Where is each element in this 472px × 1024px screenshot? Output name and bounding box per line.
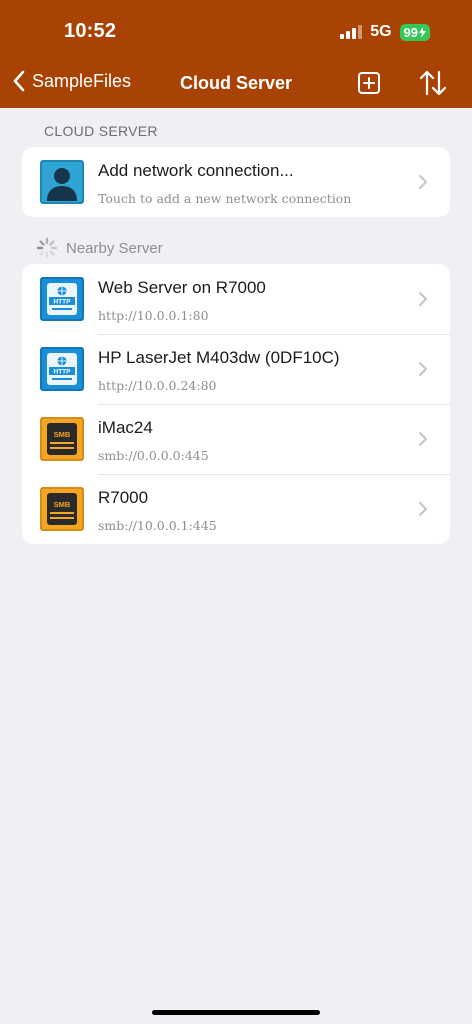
cloud-card: Add network connection... Touch to add a…	[22, 147, 450, 217]
signal-icon	[340, 25, 363, 39]
row-title: HP LaserJet M403dw (0DF10C)	[98, 348, 340, 367]
chevron-right-icon	[419, 175, 427, 189]
network-type: 5G	[370, 23, 392, 40]
server-row[interactable]: SMB iMac24 smb://0.0.0.0:445	[22, 404, 450, 474]
page-title: Cloud Server	[179, 73, 293, 93]
chevron-right-icon	[419, 292, 427, 306]
sort-arrows-icon	[419, 70, 447, 96]
battery-level: 99	[403, 24, 418, 40]
add-network-connection[interactable]: Add network connection... Touch to add a…	[22, 147, 450, 217]
server-row[interactable]: HTTP HP LaserJet M403dw (0DF10C) http://…	[22, 334, 450, 404]
user-icon	[40, 160, 84, 204]
smb-drive-icon: SMB	[40, 487, 84, 531]
chevron-right-icon	[419, 432, 427, 446]
plus-square-icon	[358, 72, 380, 94]
server-row[interactable]: SMB R7000 smb://10.0.0.1:445	[22, 474, 450, 544]
charging-bolt-icon	[419, 26, 426, 38]
http-drive-icon: HTTP	[40, 347, 84, 391]
row-title: Web Server on R7000	[98, 278, 266, 297]
navigation-bar: SampleFiles Cloud Server	[0, 60, 472, 106]
status-time: 10:52	[64, 20, 117, 42]
svg-text:HTTP: HTTP	[54, 299, 72, 306]
chevron-right-icon	[419, 502, 427, 516]
row-title: iMac24	[98, 418, 153, 437]
nearby-header-label: Nearby Server	[66, 239, 163, 257]
row-subtitle: http://10.0.0.1:80	[98, 308, 209, 323]
status-indicators: 5G 99	[340, 22, 430, 42]
row-subtitle: smb://0.0.0.0:445	[98, 448, 209, 463]
http-drive-icon: HTTP	[40, 277, 84, 321]
smb-drive-icon: SMB	[40, 417, 84, 461]
nearby-card: HTTP Web Server on R7000 http://10.0.0.1…	[22, 264, 450, 544]
section-header-nearby: Nearby Server	[36, 237, 163, 259]
svg-text:HTTP: HTTP	[54, 369, 72, 376]
svg-text:SMB: SMB	[54, 430, 71, 439]
chevron-right-icon	[419, 362, 427, 376]
battery-indicator: 99	[399, 23, 430, 41]
row-title: Add network connection...	[98, 161, 294, 180]
top-bar: 10:52 5G 99 SampleFiles Cloud Server	[0, 0, 472, 108]
row-title: R7000	[98, 488, 149, 507]
row-subtitle: smb://10.0.0.1:445	[98, 518, 217, 533]
row-subtitle: Touch to add a new network connection	[98, 191, 352, 206]
svg-text:SMB: SMB	[54, 500, 71, 509]
loading-spinner-icon	[36, 237, 58, 259]
sort-button[interactable]	[418, 69, 448, 102]
home-indicator[interactable]	[152, 1010, 320, 1015]
add-button[interactable]	[357, 71, 381, 100]
row-subtitle: http://10.0.0.24:80	[98, 378, 217, 393]
server-row[interactable]: HTTP Web Server on R7000 http://10.0.0.1…	[22, 264, 450, 334]
section-header-cloud: CLOUD SERVER	[44, 123, 158, 139]
